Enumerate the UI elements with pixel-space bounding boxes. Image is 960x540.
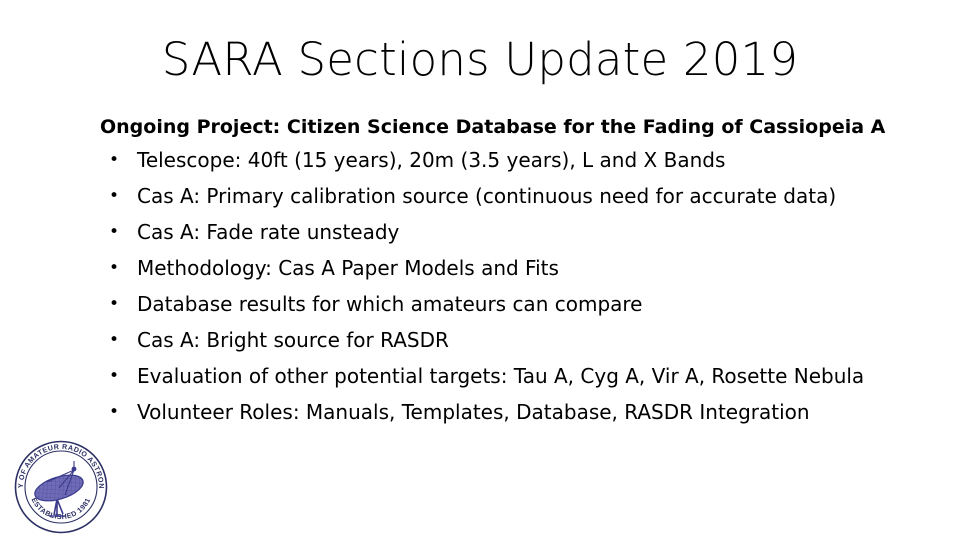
bullet-marker-icon: • <box>109 402 120 422</box>
bullet-item: • Cas A: Primary calibration source (con… <box>100 178 890 214</box>
bullet-text: Methodology: Cas A Paper Models and Fits <box>137 256 559 280</box>
slide-body: Ongoing Project: Citizen Science Databas… <box>100 112 890 430</box>
slide: SARA Sections Update 2019 Ongoing Projec… <box>0 0 960 540</box>
bullet-marker-icon: • <box>109 258 120 278</box>
bullet-marker-icon: • <box>109 366 120 386</box>
bullet-marker-icon: • <box>109 294 120 314</box>
bullet-item: • Methodology: Cas A Paper Models and Fi… <box>100 250 890 286</box>
bullet-marker-icon: • <box>109 330 120 350</box>
bullet-text: Database results for which amateurs can … <box>137 292 643 316</box>
lead-line: Ongoing Project: Citizen Science Databas… <box>100 116 886 138</box>
bullet-text: Cas A: Primary calibration source (conti… <box>137 184 837 208</box>
sara-seal-logo: SOCIETY OF AMATEUR RADIO ASTRONOMERS EST… <box>13 439 109 535</box>
bullet-item: • Cas A: Bright source for RASDR <box>100 322 890 358</box>
bullet-item: • Volunteer Roles: Manuals, Templates, D… <box>100 394 890 430</box>
bullet-marker-icon: • <box>109 222 120 242</box>
slide-title: SARA Sections Update 2019 <box>161 33 799 86</box>
bullet-marker-icon: • <box>109 186 120 206</box>
bullet-item: • Evaluation of other potential targets:… <box>100 358 890 394</box>
bullet-text: Cas A: Bright source for RASDR <box>137 328 449 352</box>
bullet-text: Telescope: 40ft (15 years), 20m (3.5 yea… <box>137 148 726 172</box>
bullet-text: Volunteer Roles: Manuals, Templates, Dat… <box>137 400 810 424</box>
bullet-text: Evaluation of other potential targets: T… <box>137 364 865 388</box>
bullet-list: • Telescope: 40ft (15 years), 20m (3.5 y… <box>100 142 890 430</box>
bullet-item: • Database results for which amateurs ca… <box>100 286 890 322</box>
bullet-item: • Telescope: 40ft (15 years), 20m (3.5 y… <box>100 142 890 178</box>
bullet-text: Cas A: Fade rate unsteady <box>137 220 400 244</box>
bullet-item: • Cas A: Fade rate unsteady <box>100 214 890 250</box>
bullet-marker-icon: • <box>109 150 120 170</box>
